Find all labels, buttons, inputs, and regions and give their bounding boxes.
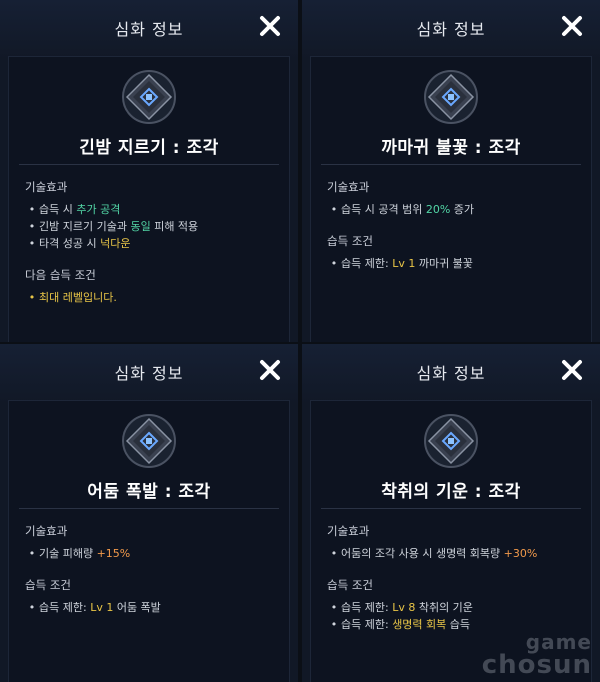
section-title: 기술효과: [327, 524, 370, 538]
list-item: • 최대 레벨입니다.: [28, 291, 117, 304]
divider: [321, 164, 581, 165]
close-icon: [562, 360, 582, 380]
skill-name: 까마귀 불꽃 : 조각: [381, 138, 521, 158]
close-button[interactable]: [258, 358, 282, 382]
divider: [19, 508, 279, 509]
effect-section: 기술효과 • 어둠의 조각 사용 시 생명력 회복량 +30%: [327, 523, 583, 562]
list-item: • 습득 시 추가 공격: [28, 203, 121, 216]
list-item: • 긴밤 지르기 기술과 동일 피해 적용: [28, 220, 199, 233]
condition-section: 습득 조건 • 습득 제한: Lv 1 어둠 폭발: [25, 577, 281, 616]
panel-title: 심화 정보: [416, 20, 486, 39]
skill-card: 긴밤 지르기 : 조각 기술효과 • 습득 시 추가 공격 • 긴밤 지르기 기술과…: [8, 56, 290, 342]
close-icon: [260, 360, 280, 380]
section-title: 기술효과: [25, 524, 68, 538]
section-title: 기술효과: [327, 180, 370, 194]
condition-section: 다음 습득 조건 • 최대 레벨입니다.: [25, 267, 281, 306]
divider: [321, 508, 581, 509]
condition-section: 습득 조건 • 습득 제한: Lv 8 착취의 기운 • 습득 제한: 생명력 회복…: [327, 577, 583, 633]
close-icon: [562, 16, 582, 36]
skill-fragment-icon: [423, 69, 479, 125]
list-item: • 습득 제한: Lv 8 착취의 기운: [330, 601, 473, 614]
list-item: • 습득 시 공격 범위 20% 증가: [330, 203, 475, 216]
close-button[interactable]: [560, 14, 584, 38]
divider: [19, 164, 279, 165]
section-title: 다음 습득 조건: [25, 268, 96, 282]
list-item: • 타격 성공 시 넉다운: [28, 237, 131, 250]
section-title: 습득 조건: [327, 578, 373, 592]
panel-title: 심화 정보: [114, 364, 184, 383]
close-button[interactable]: [258, 14, 282, 38]
list-item: • 습득 제한: Lv 1 까마귀 불꽃: [330, 257, 473, 270]
close-icon: [260, 16, 280, 36]
close-button[interactable]: [560, 358, 584, 382]
skill-name: 착취의 기운 : 조각: [381, 482, 521, 502]
skill-name: 어둠 폭발 : 조각: [87, 482, 211, 502]
skill-info-panel-2: 심화 정보 까마귀 불꽃 : 조각 기술효과 • 습득 시 공격 범위 20% 증…: [302, 0, 600, 342]
effect-section: 기술효과 • 기술 피해량 +15%: [25, 523, 281, 562]
panel-title: 심화 정보: [114, 20, 184, 39]
condition-section: 습득 조건 • 습득 제한: Lv 1 까마귀 불꽃: [327, 233, 583, 272]
effect-section: 기술효과 • 습득 시 추가 공격 • 긴밤 지르기 기술과 동일 피해 적용 • 타…: [25, 179, 281, 252]
skill-fragment-icon: [121, 69, 177, 125]
watermark-logo: game chosun: [481, 630, 592, 680]
skill-info-panel-1: 심화 정보 긴밤 지르기 : 조각 기술효과 • 습득 시 추가 공격 • 긴밤 지…: [0, 0, 298, 342]
effect-section: 기술효과 • 습득 시 공격 범위 20% 증가: [327, 179, 583, 218]
skill-card: 어둠 폭발 : 조각 기술효과 • 기술 피해량 +15% 습득 조건 • 습득 제…: [8, 400, 290, 682]
list-item: • 습득 제한: Lv 1 어둠 폭발: [28, 601, 161, 614]
skill-name: 긴밤 지르기 : 조각: [79, 138, 219, 158]
skill-info-panel-3: 심화 정보 어둠 폭발 : 조각 기술효과 • 기술 피해량 +15% 습득 조건…: [0, 344, 298, 682]
skill-card: 까마귀 불꽃 : 조각 기술효과 • 습득 시 공격 범위 20% 증가 습득 조…: [310, 56, 592, 342]
section-title: 기술효과: [25, 180, 68, 194]
section-title: 습득 조건: [327, 234, 373, 248]
list-item: • 기술 피해량 +15%: [28, 547, 131, 560]
skill-fragment-icon: [423, 413, 479, 469]
section-title: 습득 조건: [25, 578, 71, 592]
list-item: • 어둠의 조각 사용 시 생명력 회복량 +30%: [330, 547, 538, 560]
skill-fragment-icon: [121, 413, 177, 469]
panel-title: 심화 정보: [416, 364, 486, 383]
